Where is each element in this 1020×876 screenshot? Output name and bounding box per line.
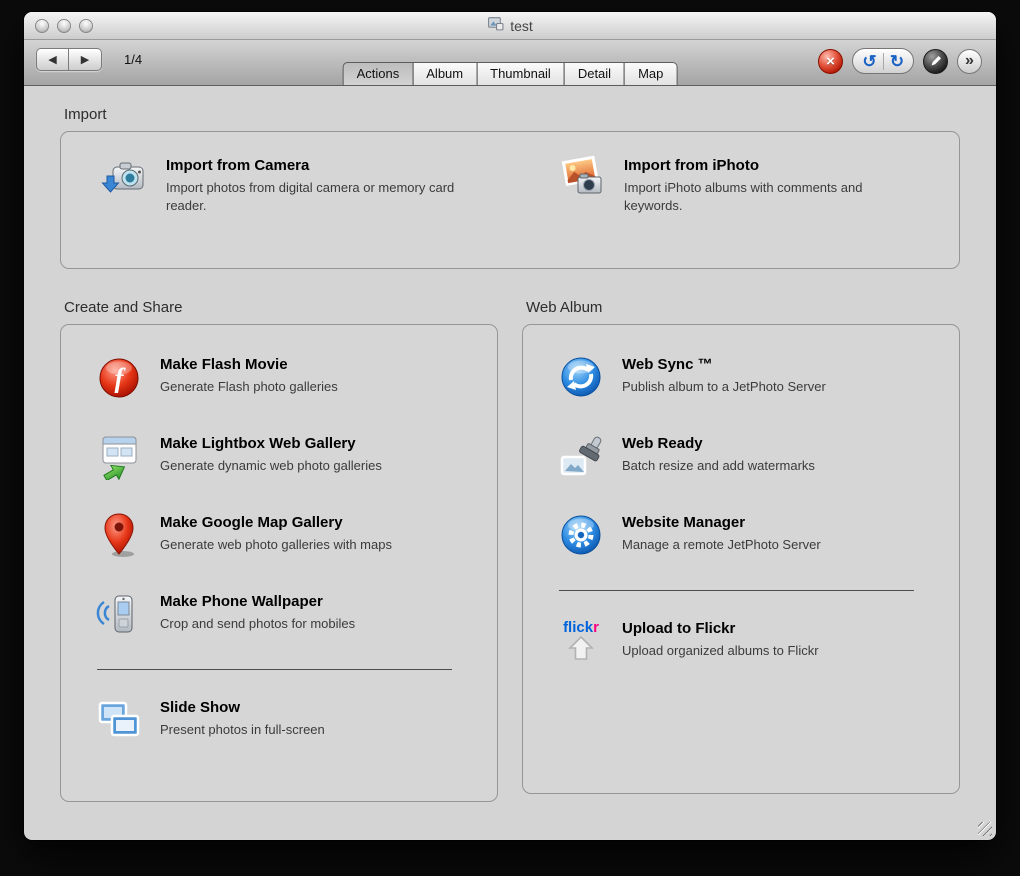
edit-pen-icon[interactable] [923, 48, 948, 74]
action-title: Website Manager [622, 514, 746, 531]
window-title-group: test [487, 15, 533, 37]
action-title: Web Ready [622, 435, 703, 452]
svg-text:flickr: flickr [563, 619, 599, 636]
close-window-button[interactable] [35, 19, 49, 33]
create-share-column: Create and Share f Make Flash Movie Gene… [60, 293, 498, 802]
actions-pane: Import Import from Camera Import photos [24, 86, 996, 840]
zoom-window-button[interactable] [79, 19, 93, 33]
tab-map[interactable]: Map [624, 62, 678, 86]
minimize-window-button[interactable] [57, 19, 71, 33]
create-share-box: f Make Flash Movie Generate Flash photo … [60, 324, 498, 802]
action-subtitle: Batch resize and add watermarks [622, 458, 815, 473]
action-title: Make Phone Wallpaper [160, 593, 323, 610]
action-text: Website Manager Manage a remote JetPhoto… [622, 511, 821, 559]
action-item-make-lightbox-gallery[interactable]: Make Lightbox Web Gallery Generate dynam… [95, 432, 481, 480]
action-title: Web Sync ™ [622, 356, 713, 373]
nav-button-group: ◀ ▶ [36, 48, 102, 71]
close-red-icon[interactable]: × [818, 48, 843, 74]
phone-wallpaper-icon [95, 590, 143, 638]
action-item-web-sync[interactable]: Web Sync ™ Publish album to a JetPhoto S… [557, 353, 943, 401]
action-subtitle: Upload organized albums to Flickr [622, 643, 819, 658]
action-text: Web Ready Batch resize and add watermark… [622, 432, 815, 480]
action-item-website-manager[interactable]: Website Manager Manage a remote JetPhoto… [557, 511, 943, 559]
document-icon [487, 15, 504, 37]
map-pin-icon [95, 511, 143, 559]
action-text: Upload to Flickr Upload organized albums… [622, 617, 819, 665]
action-item-import-from-camera[interactable]: Import from Camera Import photos from di… [101, 154, 559, 214]
action-item-web-ready[interactable]: Web Ready Batch resize and add watermark… [557, 432, 943, 480]
action-title: Make Flash Movie [160, 356, 288, 373]
flickr-upload-icon: flickr [557, 617, 605, 665]
action-item-import-from-iphoto[interactable]: Import from iPhoto Import iPhoto albums … [559, 154, 919, 214]
redo-icon[interactable]: ↻ [883, 52, 910, 70]
back-icon[interactable]: ◀ [36, 48, 69, 71]
toolbar-right-buttons: × ↺ ↻ » [818, 48, 982, 74]
undo-redo-group: ↺ ↻ [852, 48, 914, 74]
action-item-slide-show[interactable]: Slide Show Present photos in full-screen [95, 696, 481, 744]
import-box: Import from Camera Import photos from di… [60, 131, 960, 269]
action-title: Import from iPhoto [624, 157, 759, 175]
action-item-make-flash-movie[interactable]: f Make Flash Movie Generate Flash photo … [95, 353, 481, 401]
action-subtitle: Generate Flash photo galleries [160, 379, 338, 394]
toolbar: ◀ ▶ 1/4 Actions Album Thumbnail Detail M… [24, 40, 996, 86]
window-controls [35, 19, 93, 33]
web-sync-icon [557, 353, 605, 401]
action-subtitle: Publish album to a JetPhoto Server [622, 379, 826, 394]
action-text: Make Phone Wallpaper Crop and send photo… [160, 590, 355, 638]
slide-show-icon [95, 696, 143, 744]
tab-album[interactable]: Album [412, 62, 478, 86]
action-text: Make Lightbox Web Gallery Generate dynam… [160, 432, 382, 480]
window-title: test [510, 17, 533, 34]
action-text: Make Google Map Gallery Generate web pho… [160, 511, 392, 559]
section-label-create-share: Create and Share [64, 299, 183, 316]
action-item-make-phone-wallpaper[interactable]: Make Phone Wallpaper Crop and send photo… [95, 590, 481, 638]
action-subtitle: Generate web photo galleries with maps [160, 537, 392, 552]
action-title: Import from Camera [166, 157, 310, 175]
action-text: Slide Show Present photos in full-screen [160, 696, 325, 744]
app-window: test ◀ ▶ 1/4 Actions Album Thumbnail Det… [24, 12, 996, 840]
more-chevrons-icon[interactable]: » [957, 48, 982, 74]
action-item-make-google-map-gallery[interactable]: Make Google Map Gallery Generate web pho… [95, 511, 481, 559]
title-bar[interactable]: test [24, 12, 996, 40]
action-subtitle: Present photos in full-screen [160, 722, 325, 737]
website-manager-gear-icon [557, 511, 605, 559]
action-subtitle: Generate dynamic web photo galleries [160, 458, 382, 473]
web-album-column: Web Album Web Sync ™ Publish album to a … [522, 293, 960, 794]
action-title: Upload to Flickr [622, 620, 736, 637]
action-text: Import from iPhoto Import iPhoto albums … [624, 154, 919, 214]
section-label-import: Import [64, 106, 107, 123]
lightbox-gallery-icon [95, 432, 143, 480]
resize-grip[interactable] [978, 822, 992, 836]
action-text: Web Sync ™ Publish album to a JetPhoto S… [622, 353, 826, 401]
camera-import-icon [101, 154, 149, 202]
page-indicator: 1/4 [124, 52, 143, 67]
undo-icon[interactable]: ↺ [856, 53, 883, 70]
web-album-divider [559, 590, 914, 591]
action-title: Make Google Map Gallery [160, 514, 343, 531]
section-label-web-album: Web Album [526, 299, 603, 316]
action-text: Import from Camera Import photos from di… [166, 154, 461, 214]
action-subtitle: Manage a remote JetPhoto Server [622, 537, 821, 552]
tab-actions[interactable]: Actions [342, 62, 414, 86]
web-ready-stamp-icon [557, 432, 605, 480]
web-album-box: Web Sync ™ Publish album to a JetPhoto S… [522, 324, 960, 794]
flash-movie-icon: f [95, 353, 143, 401]
action-title: Make Lightbox Web Gallery [160, 435, 356, 452]
action-subtitle: Import photos from digital camera or mem… [166, 180, 455, 213]
forward-icon[interactable]: ▶ [69, 48, 102, 71]
iphoto-import-icon [559, 154, 607, 202]
create-share-divider [97, 669, 452, 670]
tab-detail[interactable]: Detail [563, 62, 626, 86]
action-text: Make Flash Movie Generate Flash photo ga… [160, 353, 338, 401]
action-item-upload-to-flickr[interactable]: flickr Upload to Flickr Upload organized… [557, 617, 943, 665]
action-title: Slide Show [160, 699, 241, 716]
action-subtitle: Crop and send photos for mobiles [160, 616, 356, 631]
tab-thumbnail[interactable]: Thumbnail [476, 62, 565, 86]
view-tabs: Actions Album Thumbnail Detail Map [342, 62, 678, 86]
action-subtitle: Import iPhoto albums with comments and k… [624, 180, 863, 213]
